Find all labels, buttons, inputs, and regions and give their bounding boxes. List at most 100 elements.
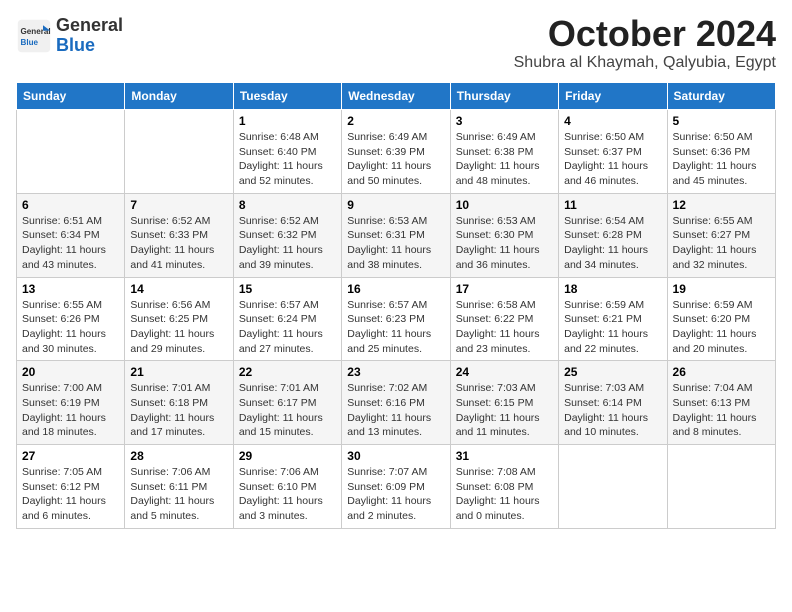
day-detail: Sunrise: 7:02 AM Sunset: 6:16 PM Dayligh… [347, 381, 444, 440]
calendar-week-5: 27 Sunrise: 7:05 AM Sunset: 6:12 PM Dayli… [17, 445, 776, 529]
calendar-week-3: 13 Sunrise: 6:55 AM Sunset: 6:26 PM Dayli… [17, 277, 776, 361]
day-detail: Sunrise: 7:03 AM Sunset: 6:15 PM Dayligh… [456, 381, 553, 440]
day-number: 9 [347, 198, 444, 212]
day-of-week-saturday: Saturday [667, 83, 775, 110]
calendar-cell: 25 Sunrise: 7:03 AM Sunset: 6:14 PM Dayli… [559, 361, 667, 445]
day-detail: Sunrise: 6:48 AM Sunset: 6:40 PM Dayligh… [239, 130, 336, 189]
calendar-cell [667, 445, 775, 529]
day-detail: Sunrise: 6:57 AM Sunset: 6:24 PM Dayligh… [239, 298, 336, 357]
day-detail: Sunrise: 7:00 AM Sunset: 6:19 PM Dayligh… [22, 381, 119, 440]
calendar-cell: 2 Sunrise: 6:49 AM Sunset: 6:39 PM Daylig… [342, 110, 450, 194]
calendar-week-1: 1 Sunrise: 6:48 AM Sunset: 6:40 PM Daylig… [17, 110, 776, 194]
day-number: 4 [564, 114, 661, 128]
day-number: 5 [673, 114, 770, 128]
day-number: 8 [239, 198, 336, 212]
day-detail: Sunrise: 7:01 AM Sunset: 6:17 PM Dayligh… [239, 381, 336, 440]
calendar-cell: 9 Sunrise: 6:53 AM Sunset: 6:31 PM Daylig… [342, 193, 450, 277]
calendar-cell: 4 Sunrise: 6:50 AM Sunset: 6:37 PM Daylig… [559, 110, 667, 194]
day-number: 28 [130, 449, 227, 463]
day-number: 14 [130, 282, 227, 296]
day-number: 13 [22, 282, 119, 296]
day-number: 21 [130, 365, 227, 379]
calendar-header-row: SundayMondayTuesdayWednesdayThursdayFrid… [17, 83, 776, 110]
day-number: 3 [456, 114, 553, 128]
day-number: 25 [564, 365, 661, 379]
calendar-cell: 28 Sunrise: 7:06 AM Sunset: 6:11 PM Dayli… [125, 445, 233, 529]
day-of-week-tuesday: Tuesday [233, 83, 341, 110]
day-detail: Sunrise: 7:08 AM Sunset: 6:08 PM Dayligh… [456, 465, 553, 524]
day-number: 26 [673, 365, 770, 379]
day-of-week-wednesday: Wednesday [342, 83, 450, 110]
calendar-cell: 12Sunrise: 6:55 AM Sunset: 6:27 PM Dayli… [667, 193, 775, 277]
calendar-cell: 13 Sunrise: 6:55 AM Sunset: 6:26 PM Dayli… [17, 277, 125, 361]
calendar-table: SundayMondayTuesdayWednesdayThursdayFrid… [16, 82, 776, 529]
svg-text:Blue: Blue [21, 38, 39, 47]
day-detail: Sunrise: 6:56 AM Sunset: 6:25 PM Dayligh… [130, 298, 227, 357]
day-number: 20 [22, 365, 119, 379]
calendar-cell: 11 Sunrise: 6:54 AM Sunset: 6:28 PM Dayli… [559, 193, 667, 277]
calendar-cell: 1 Sunrise: 6:48 AM Sunset: 6:40 PM Daylig… [233, 110, 341, 194]
day-detail: Sunrise: 6:52 AM Sunset: 6:33 PM Dayligh… [130, 214, 227, 273]
day-detail: Sunrise: 7:01 AM Sunset: 6:18 PM Dayligh… [130, 381, 227, 440]
day-number: 2 [347, 114, 444, 128]
calendar-week-4: 20 Sunrise: 7:00 AM Sunset: 6:19 PM Dayli… [17, 361, 776, 445]
day-number: 7 [130, 198, 227, 212]
day-detail: Sunrise: 6:49 AM Sunset: 6:38 PM Dayligh… [456, 130, 553, 189]
calendar-cell: 17 Sunrise: 6:58 AM Sunset: 6:22 PM Dayli… [450, 277, 558, 361]
day-detail: Sunrise: 6:54 AM Sunset: 6:28 PM Dayligh… [564, 214, 661, 273]
day-detail: Sunrise: 6:52 AM Sunset: 6:32 PM Dayligh… [239, 214, 336, 273]
calendar-cell: 26Sunrise: 7:04 AM Sunset: 6:13 PM Dayli… [667, 361, 775, 445]
day-detail: Sunrise: 6:55 AM Sunset: 6:26 PM Dayligh… [22, 298, 119, 357]
day-number: 23 [347, 365, 444, 379]
title-block: October 2024 Shubra al Khaymah, Qalyubia… [514, 16, 776, 72]
day-detail: Sunrise: 6:53 AM Sunset: 6:31 PM Dayligh… [347, 214, 444, 273]
day-number: 6 [22, 198, 119, 212]
day-detail: Sunrise: 6:59 AM Sunset: 6:21 PM Dayligh… [564, 298, 661, 357]
day-number: 27 [22, 449, 119, 463]
calendar-cell: 15Sunrise: 6:57 AM Sunset: 6:24 PM Dayli… [233, 277, 341, 361]
calendar-cell: 3 Sunrise: 6:49 AM Sunset: 6:38 PM Daylig… [450, 110, 558, 194]
calendar-cell: 14 Sunrise: 6:56 AM Sunset: 6:25 PM Dayli… [125, 277, 233, 361]
page-header: General Blue General Blue October 2024 S… [16, 16, 776, 72]
day-detail: Sunrise: 6:50 AM Sunset: 6:37 PM Dayligh… [564, 130, 661, 189]
day-number: 1 [239, 114, 336, 128]
calendar-cell: 27 Sunrise: 7:05 AM Sunset: 6:12 PM Dayli… [17, 445, 125, 529]
calendar-cell: 23 Sunrise: 7:02 AM Sunset: 6:16 PM Dayli… [342, 361, 450, 445]
day-number: 11 [564, 198, 661, 212]
day-number: 29 [239, 449, 336, 463]
day-detail: Sunrise: 7:06 AM Sunset: 6:11 PM Dayligh… [130, 465, 227, 524]
calendar-cell [559, 445, 667, 529]
day-detail: Sunrise: 6:51 AM Sunset: 6:34 PM Dayligh… [22, 214, 119, 273]
day-detail: Sunrise: 6:59 AM Sunset: 6:20 PM Dayligh… [673, 298, 770, 357]
day-detail: Sunrise: 7:06 AM Sunset: 6:10 PM Dayligh… [239, 465, 336, 524]
calendar-cell: 31 Sunrise: 7:08 AM Sunset: 6:08 PM Dayli… [450, 445, 558, 529]
calendar-cell: 29 Sunrise: 7:06 AM Sunset: 6:10 PM Dayli… [233, 445, 341, 529]
calendar-cell: 10Sunrise: 6:53 AM Sunset: 6:30 PM Dayli… [450, 193, 558, 277]
calendar-cell: 30Sunrise: 7:07 AM Sunset: 6:09 PM Dayli… [342, 445, 450, 529]
calendar-cell: 18Sunrise: 6:59 AM Sunset: 6:21 PM Dayli… [559, 277, 667, 361]
day-detail: Sunrise: 6:55 AM Sunset: 6:27 PM Dayligh… [673, 214, 770, 273]
logo: General Blue General Blue [16, 16, 123, 56]
day-number: 22 [239, 365, 336, 379]
day-detail: Sunrise: 6:58 AM Sunset: 6:22 PM Dayligh… [456, 298, 553, 357]
calendar-cell: 6 Sunrise: 6:51 AM Sunset: 6:34 PM Daylig… [17, 193, 125, 277]
month-title: October 2024 [514, 16, 776, 52]
day-detail: Sunrise: 6:49 AM Sunset: 6:39 PM Dayligh… [347, 130, 444, 189]
day-detail: Sunrise: 7:03 AM Sunset: 6:14 PM Dayligh… [564, 381, 661, 440]
day-number: 17 [456, 282, 553, 296]
calendar-cell: 16Sunrise: 6:57 AM Sunset: 6:23 PM Dayli… [342, 277, 450, 361]
calendar-cell: 8 Sunrise: 6:52 AM Sunset: 6:32 PM Daylig… [233, 193, 341, 277]
location-title: Shubra al Khaymah, Qalyubia, Egypt [514, 54, 776, 72]
logo-general-text: General [56, 15, 123, 35]
day-of-week-friday: Friday [559, 83, 667, 110]
day-detail: Sunrise: 7:05 AM Sunset: 6:12 PM Dayligh… [22, 465, 119, 524]
calendar-cell: 5 Sunrise: 6:50 AM Sunset: 6:36 PM Daylig… [667, 110, 775, 194]
calendar-cell [125, 110, 233, 194]
calendar-week-2: 6 Sunrise: 6:51 AM Sunset: 6:34 PM Daylig… [17, 193, 776, 277]
day-of-week-sunday: Sunday [17, 83, 125, 110]
day-detail: Sunrise: 6:50 AM Sunset: 6:36 PM Dayligh… [673, 130, 770, 189]
day-number: 31 [456, 449, 553, 463]
calendar-cell: 20 Sunrise: 7:00 AM Sunset: 6:19 PM Dayli… [17, 361, 125, 445]
day-detail: Sunrise: 7:07 AM Sunset: 6:09 PM Dayligh… [347, 465, 444, 524]
logo-blue-text: Blue [56, 35, 95, 55]
